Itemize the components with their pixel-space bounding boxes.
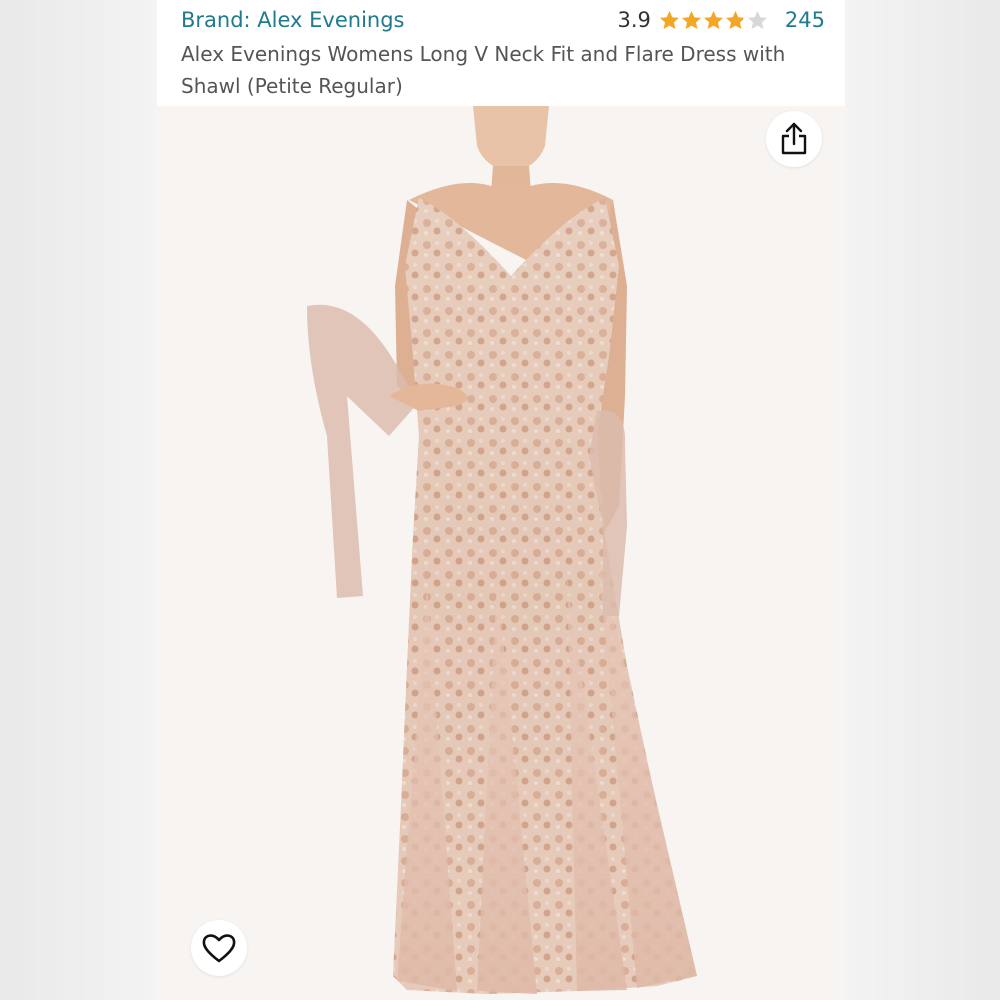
product-card: Brand: Alex Evenings 3.9 245 Alex Evenin…: [157, 0, 845, 1000]
share-button[interactable]: [766, 111, 822, 167]
star-icon: [703, 10, 723, 29]
rating-value: 3.9: [617, 8, 651, 32]
product-image[interactable]: [157, 106, 845, 1000]
rating-row[interactable]: 3.9 245: [618, 8, 826, 32]
heart-icon: [202, 934, 236, 963]
brand-link[interactable]: Brand: Alex Evenings: [181, 8, 405, 32]
star-icon: [725, 10, 745, 29]
face-shape: [473, 106, 549, 172]
star-rating: [659, 10, 769, 31]
model-gown-illustration: [307, 106, 697, 994]
share-icon: [781, 122, 807, 155]
favorite-button[interactable]: [191, 920, 247, 976]
product-header: Brand: Alex Evenings 3.9 245 Alex Evenin…: [157, 0, 845, 106]
review-count-link[interactable]: 245: [785, 8, 825, 32]
star-icon: [681, 10, 701, 29]
star-icon: [659, 10, 679, 29]
star-icon: [747, 10, 767, 29]
product-title: Alex Evenings Womens Long V Neck Fit and…: [181, 42, 786, 98]
